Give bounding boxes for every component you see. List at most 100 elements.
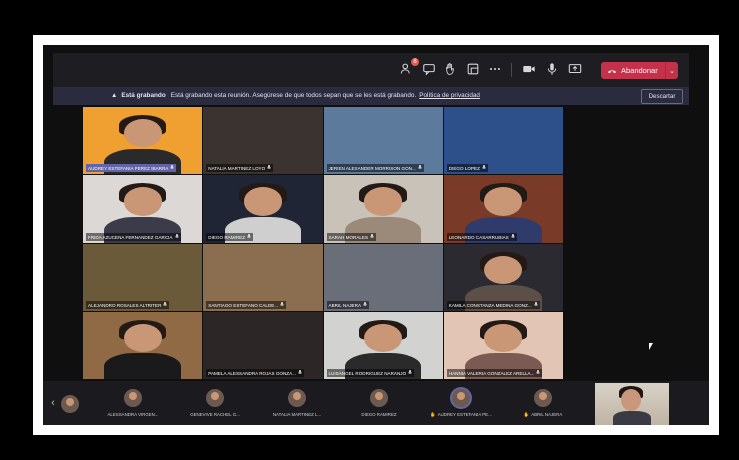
participant-thumb-label: ✋ ABRIL NAJERA [505, 412, 581, 418]
participant-name-label: AUDREY ESTEFANIA PEREZ IBARRA [86, 164, 177, 173]
teams-meeting-window: 8 Abandonar ⌄ ▲ Está grabando Está graba… [43, 45, 709, 425]
leave-button[interactable]: Abandonar ⌄ [601, 62, 678, 79]
participant-body [613, 411, 651, 425]
mic-muted-icon [247, 233, 251, 240]
participant-video-tile[interactable]: SARAH MORALES [323, 175, 443, 243]
recording-banner: ▲ Está grabando Está grabando esta reunión… [53, 87, 689, 105]
participant-thumb-name: NATALIA MARTINEZ L... [272, 412, 322, 417]
raise-hand-button[interactable] [443, 61, 459, 79]
camera-button[interactable] [521, 61, 537, 79]
chat-button[interactable] [421, 61, 437, 79]
participant-video-tile[interactable]: FRIDA AZUCENA FERNANDEZ GARCIA [83, 175, 203, 243]
participant-name-label: SANTIAGO ESTEFANO CALDE... [206, 300, 287, 309]
video-grid: AUDREY ESTEFANIA PEREZ IBARRA NATALIA MAR… [83, 107, 563, 379]
featured-video-thumb[interactable] [595, 383, 669, 425]
participant-thumb[interactable]: ✋ ABRIL NAJERA [503, 387, 583, 423]
participant-thumb-label: ✋ AUDREY ESTEFANIA PE... [423, 412, 499, 418]
mic-muted-icon [511, 233, 515, 240]
privacy-policy-link[interactable]: Política de privacidad [419, 92, 480, 99]
participant-thumb[interactable]: NATALIA MARTINEZ L... [257, 387, 337, 423]
participant-video-tile[interactable]: KAMILA CONSTANZA MEDINA GONZ... [443, 243, 563, 311]
participant-face [364, 323, 403, 353]
participant-video-tile[interactable]: DIEGO RAMIREZ [203, 175, 323, 243]
participant-video-tile[interactable]: LEONARDO CASARRUBIAS [443, 175, 563, 243]
chat-icon [422, 62, 436, 79]
participant-thumb-name: DIEGO RAMIREZ [361, 412, 397, 417]
raised-hand-icon: ✋ [523, 412, 530, 417]
participant-video-tile[interactable]: SANTIAGO ESTEFANO CALDE... [203, 243, 323, 311]
participant-video-tile[interactable]: AUDREY ESTEFANIA PEREZ IBARRA [83, 107, 203, 175]
participant-name-label: ABRIL NAJERA [326, 300, 370, 309]
participant-body [104, 353, 181, 379]
participant-thumb-label: ALESSANDRA VIRGEN... [95, 412, 171, 417]
avatar [124, 389, 142, 407]
participant-thumb[interactable]: DIEGO RAMIREZ [339, 387, 419, 423]
participant-name: DIEGO LOPEZ [448, 166, 480, 172]
participant-strip: ‹ ALESSANDRA VIRGEN... GENEVIVE RACHEL G.… [43, 381, 709, 425]
participant-face [123, 323, 162, 353]
toolbar-divider [511, 63, 512, 77]
mic-muted-icon [280, 301, 284, 308]
participant-face [123, 187, 162, 216]
participant-video-tile[interactable]: LUISANGEL RODRIGUEZ NARANJO [323, 311, 443, 379]
mic-muted-icon [536, 370, 541, 376]
participant-name-label: SARAH MORALES [326, 232, 377, 241]
participant-face [621, 389, 641, 411]
self-avatar-thumb[interactable] [57, 387, 87, 423]
participant-thumb[interactable]: ALESSANDRA VIRGEN... [93, 387, 173, 423]
avatar [452, 389, 470, 407]
avatar [534, 389, 552, 407]
avatar [61, 395, 79, 413]
mic-muted-icon [363, 301, 367, 308]
participant-thumb[interactable]: GENEVIVE RACHEL G... [175, 387, 255, 423]
avatar [288, 389, 306, 407]
raised-hand-icon: ✋ [430, 412, 436, 417]
participant-name-label: KAMILA CONSTANZA MEDINA GONZ... [446, 300, 540, 309]
video-camera-icon [522, 62, 536, 79]
recording-message: ▲ Está grabando Está grabando esta reunión… [111, 92, 480, 99]
participant-thumb[interactable]: ✋ AUDREY ESTEFANIA PE... [421, 387, 501, 423]
participant-video-tile[interactable]: DIEGO LOPEZ [443, 107, 563, 175]
participant-name-label: JERIEN ALEXANDER MORRISON GON... [326, 164, 424, 173]
participant-face [484, 323, 523, 353]
participant-thumb-name: ABRIL NAJERA [531, 412, 563, 417]
mic-muted-icon [163, 301, 168, 308]
participant-name: JERIEN ALEXANDER MORRISON GON... [328, 166, 416, 172]
leave-options-chevron-icon[interactable]: ⌄ [665, 62, 678, 79]
mic-muted-icon [408, 370, 412, 376]
participant-name: ALEJANDRO ROSALES ALTRITER [88, 302, 162, 308]
participant-name-label: LEONARDO CASARRUBIAS [446, 232, 517, 241]
participant-face [364, 187, 403, 216]
participants-button[interactable]: 8 [399, 58, 419, 79]
participant-face [484, 255, 523, 284]
avatar [370, 389, 388, 407]
participant-video-tile[interactable]: PAMELA ALESSANDRA ROJAS GONZA... [203, 311, 323, 379]
participant-thumb-name: AUDREY ESTEFANIA PE... [437, 412, 492, 417]
participant-name: LEONARDO CASARRUBIAS [448, 234, 509, 240]
participant-thumb-label: GENEVIVE RACHEL G... [177, 412, 253, 417]
mouse-cursor-icon [649, 343, 653, 350]
participant-name: NATALIA MARTINEZ LOYO [208, 166, 266, 172]
mic-muted-icon [418, 165, 422, 171]
participant-name-label: DIEGO LOPEZ [446, 164, 488, 173]
participant-video-tile[interactable]: HANNIA VALERIA GONZALEZ ARELLA... [443, 311, 563, 379]
participant-video-tile[interactable]: JERIEN ALEXANDER MORRISON GON... [323, 107, 443, 175]
participant-name: SARAH MORALES [328, 234, 369, 240]
participants-count-badge: 8 [411, 58, 419, 66]
avatar [206, 389, 224, 407]
participant-face [123, 119, 162, 148]
ellipsis-icon [488, 62, 502, 79]
dismiss-button[interactable]: Descartar [641, 89, 683, 104]
participant-name: FRIDA AZUCENA FERNANDEZ GARCIA [88, 234, 173, 240]
share-screen-button[interactable] [567, 61, 583, 79]
recording-text: Está grabando esta reunión. Asegúrese de… [170, 92, 417, 99]
microphone-button[interactable] [544, 61, 560, 79]
participant-video-tile[interactable]: ABRIL NAJERA [323, 243, 443, 311]
more-actions-button[interactable] [487, 61, 503, 79]
participant-name: LUISANGEL RODRIGUEZ NARANJO [328, 371, 407, 376]
participant-thumb-name: GENEVIVE RACHEL G... [190, 412, 240, 417]
rooms-button[interactable] [465, 61, 481, 79]
participant-video-tile[interactable] [83, 311, 203, 379]
participant-video-tile[interactable]: NATALIA MARTINEZ LOYO [203, 107, 323, 175]
participant-video-tile[interactable]: ALEJANDRO ROSALES ALTRITER [83, 243, 203, 311]
